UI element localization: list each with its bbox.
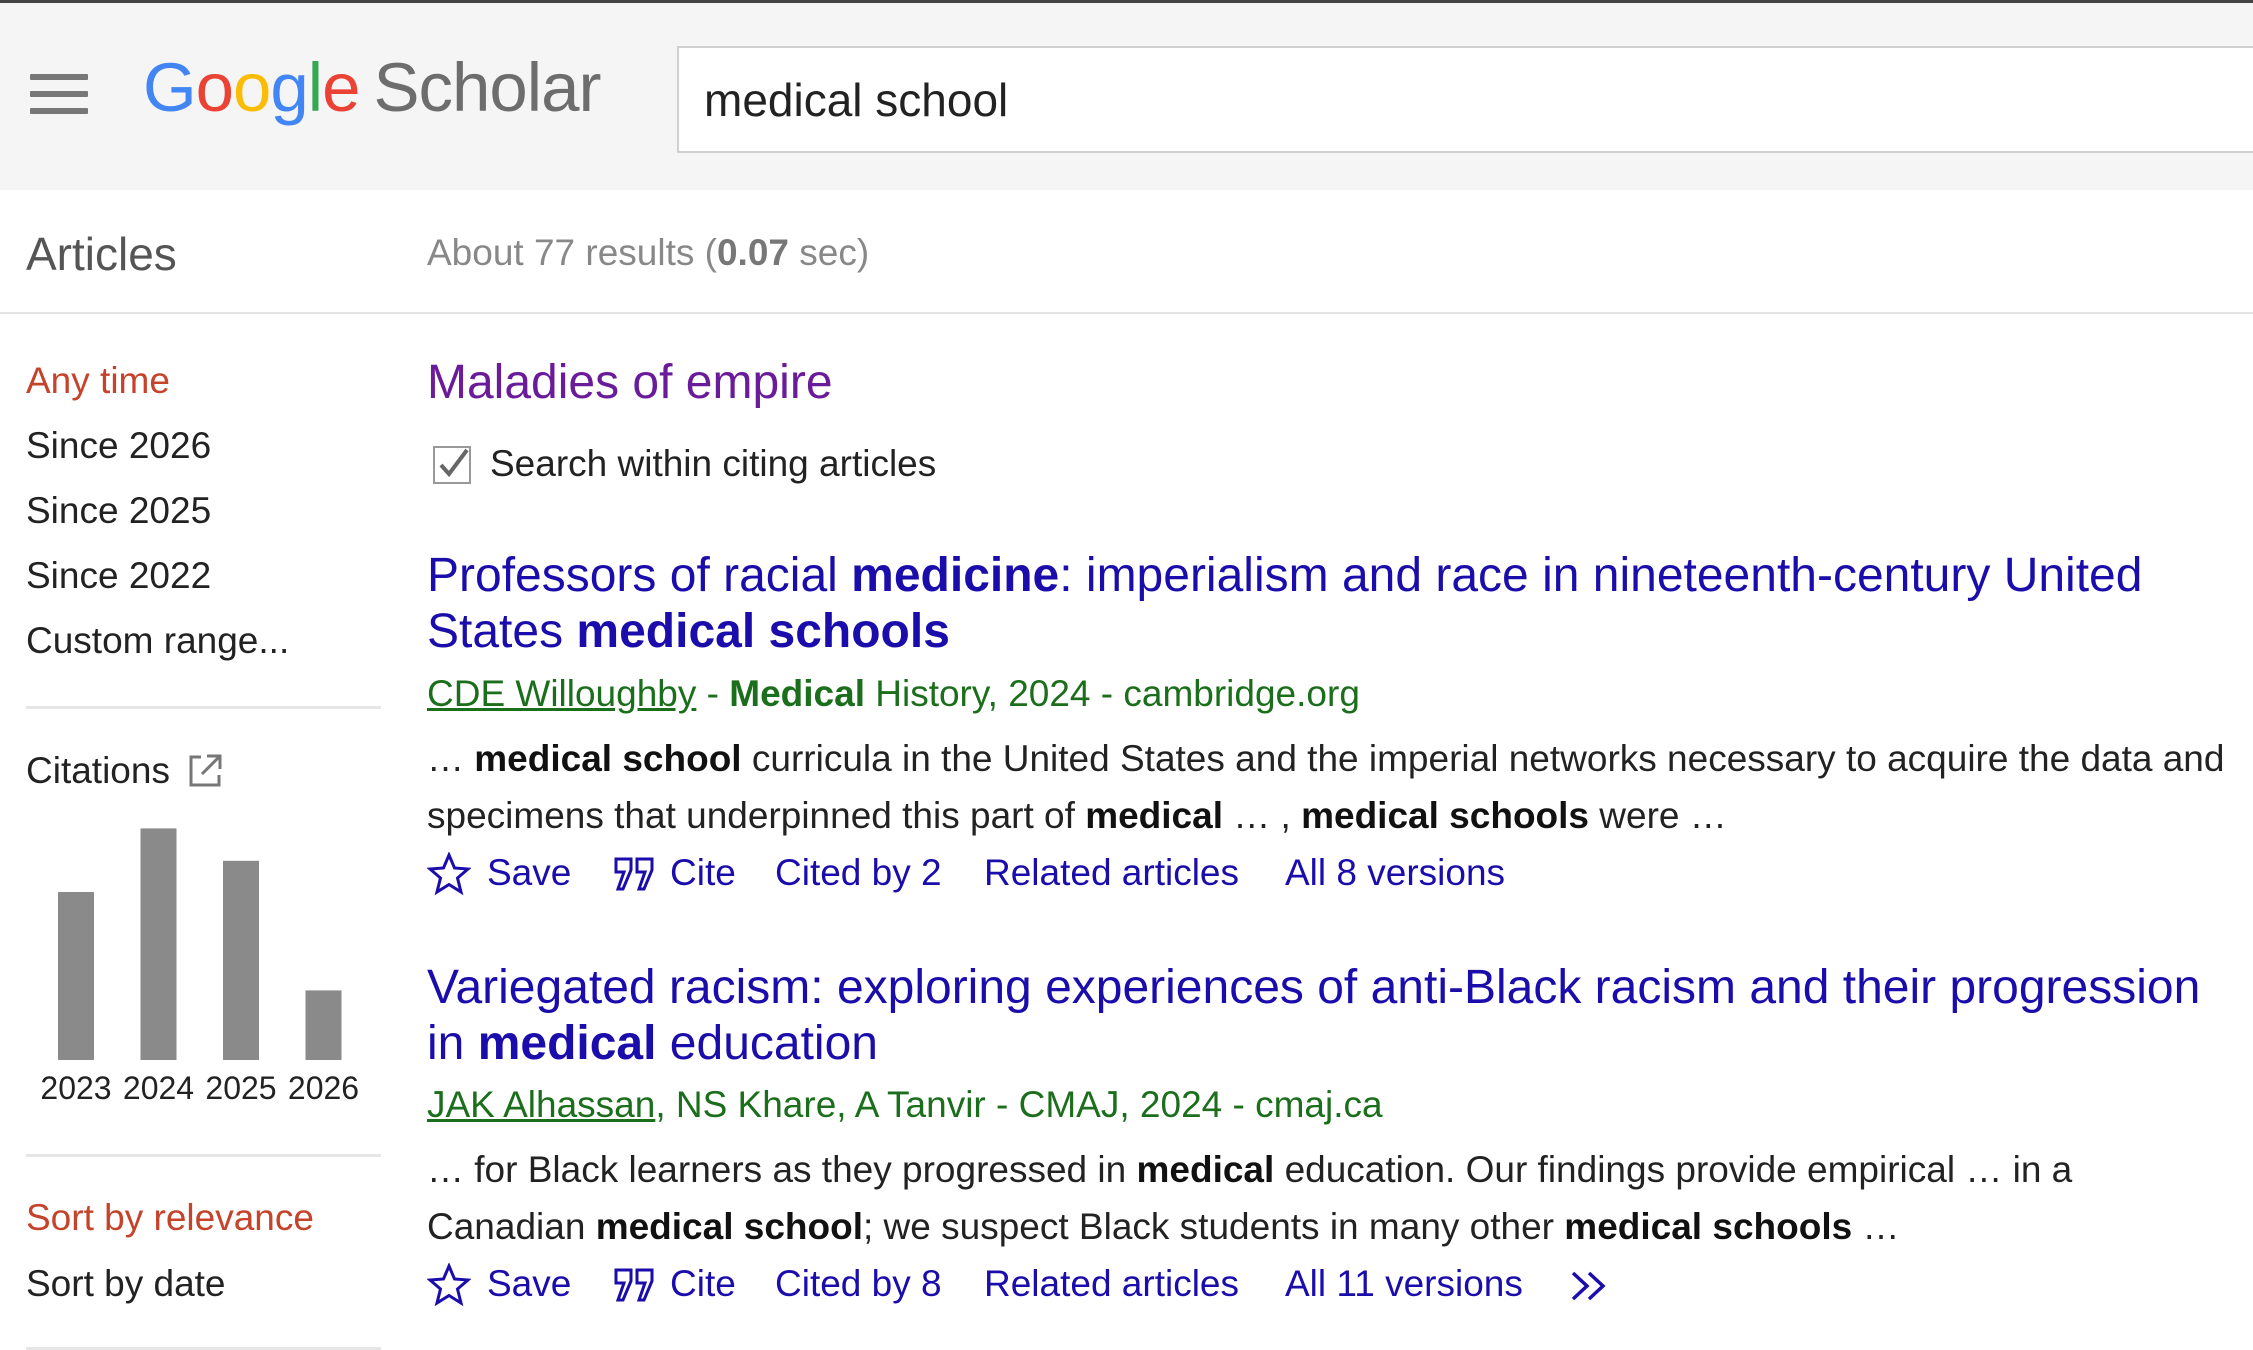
external-link-icon[interactable] — [187, 753, 223, 789]
result-meta: JAK Alhassan, NS Khare, A Tanvir - CMAJ,… — [427, 1084, 1383, 1126]
hamburger-menu-icon[interactable] — [30, 74, 88, 114]
search-within-citing-checkbox[interactable] — [433, 446, 471, 484]
filter-since-2025[interactable]: Since 2025 — [26, 490, 211, 532]
related-articles-link[interactable]: Related articles — [984, 852, 1239, 894]
citing-article-title[interactable]: Maladies of empire — [427, 355, 833, 410]
result-snippet: … medical school curricula in the United… — [427, 730, 2227, 844]
filter-since-2026[interactable]: Since 2026 — [26, 425, 211, 467]
text-segment: - — [696, 673, 730, 714]
citation-bar-2026[interactable] — [305, 990, 342, 1060]
result-snippet: … for Black learners as they progressed … — [427, 1141, 2227, 1255]
double-chevron-right-icon[interactable] — [1569, 1269, 1613, 1303]
search-input[interactable] — [704, 70, 2204, 130]
related-articles-link[interactable]: Related articles — [984, 1263, 1239, 1305]
logo-letter: G — [143, 49, 197, 126]
highlighted-term: medical school — [595, 1206, 863, 1247]
all-versions-link[interactable]: All 11 versions — [1285, 1263, 1523, 1305]
text-segment: , NS Khare, A Tanvir - CMAJ, 2024 - cmaj… — [655, 1084, 1383, 1125]
results-stats: About 77 results (0.07 sec) — [427, 232, 869, 274]
sort-by-date[interactable]: Sort by date — [26, 1263, 226, 1305]
logo-letter: l — [307, 49, 323, 126]
logo-letter: o — [233, 49, 271, 126]
cited-by-link[interactable]: Cited by 2 — [775, 852, 942, 894]
highlighted-term: medical — [1136, 1149, 1275, 1190]
save-button[interactable]: Save — [487, 852, 571, 894]
checkmark-icon — [439, 448, 469, 478]
sort-by-relevance[interactable]: Sort by relevance — [26, 1197, 314, 1239]
text-segment: … — [1852, 1206, 1900, 1247]
results-stats-suffix: sec) — [789, 232, 870, 273]
citation-bar-2023[interactable] — [58, 892, 94, 1060]
text-segment: … — [427, 738, 475, 779]
all-versions-link[interactable]: All 8 versions — [1285, 852, 1505, 894]
quote-icon[interactable] — [613, 1267, 657, 1303]
logo-letter: e — [322, 49, 360, 126]
cited-by-link[interactable]: Cited by 8 — [775, 1263, 942, 1305]
logo-google-wordmark: Google — [143, 49, 361, 126]
star-icon[interactable] — [427, 852, 471, 896]
header-bar: Google Scholar — [0, 3, 2253, 192]
logo-letter: g — [270, 49, 308, 126]
logo-letter: o — [195, 49, 234, 126]
text-segment: were … — [1589, 795, 1727, 836]
result-title[interactable]: Variegated racism: exploring experiences… — [427, 960, 2227, 1072]
text-segment: Professors of racial — [427, 549, 852, 602]
text-segment: … for Black learners as they progressed … — [427, 1149, 1137, 1190]
citation-bar-2025[interactable] — [223, 860, 259, 1060]
section-label-articles[interactable]: Articles — [26, 227, 177, 281]
filter-since-2022[interactable]: Since 2022 — [26, 555, 211, 597]
filter-custom-range[interactable]: Custom range... — [26, 620, 289, 662]
highlighted-term: medical — [1085, 795, 1223, 836]
filter-any-time[interactable]: Any time — [26, 360, 170, 402]
author-link[interactable]: JAK Alhassan — [427, 1084, 655, 1125]
save-button[interactable]: Save — [487, 1263, 571, 1305]
cite-button[interactable]: Cite — [670, 852, 736, 894]
text-segment: education — [656, 1017, 878, 1070]
highlighted-term: medical — [477, 1017, 657, 1070]
google-scholar-logo[interactable]: Google Scholar — [143, 53, 601, 122]
text-segment: History, 2024 - cambridge.org — [864, 673, 1360, 714]
sidebar-divider — [26, 1154, 381, 1157]
citations-bar-chart: 2023 2024 2025 2026 — [40, 828, 359, 1106]
text-segment: ; we suspect Black students in many othe… — [863, 1206, 1565, 1247]
sidebar-divider — [26, 706, 381, 709]
results-count: About 77 results ( — [427, 232, 717, 273]
highlighted-term: medical schools — [1564, 1206, 1853, 1247]
highlighted-term: medical schools — [576, 605, 950, 658]
search-box[interactable] — [677, 46, 2253, 153]
chart-tick-label: 2025 — [205, 1070, 276, 1106]
star-icon[interactable] — [427, 1263, 471, 1307]
result-title[interactable]: Professors of racial medicine: imperiali… — [427, 548, 2227, 660]
citation-bar-2024[interactable] — [140, 828, 177, 1060]
results-time: 0.07 — [716, 232, 789, 273]
chart-tick-label: 2024 — [123, 1070, 194, 1106]
logo-scholar-word: Scholar — [373, 49, 602, 126]
quote-icon[interactable] — [613, 856, 657, 892]
author-link[interactable]: CDE Willoughby — [427, 673, 696, 714]
highlighted-term: medicine — [851, 549, 1060, 602]
chart-tick-label: 2023 — [40, 1070, 111, 1106]
search-within-citing-label[interactable]: Search within citing articles — [490, 443, 936, 485]
highlighted-term: medical school — [474, 738, 742, 779]
cite-button[interactable]: Cite — [670, 1263, 736, 1305]
result-meta: CDE Willoughby - Medical History, 2024 -… — [427, 673, 1360, 715]
chart-tick-label: 2026 — [288, 1070, 359, 1106]
results-subheader: Articles About 77 results (0.07 sec) — [0, 190, 2253, 314]
citations-label[interactable]: Citations — [26, 750, 170, 792]
text-segment: … , — [1222, 795, 1302, 836]
highlighted-term: medical schools — [1301, 795, 1589, 836]
highlighted-term: Medical — [729, 673, 865, 714]
